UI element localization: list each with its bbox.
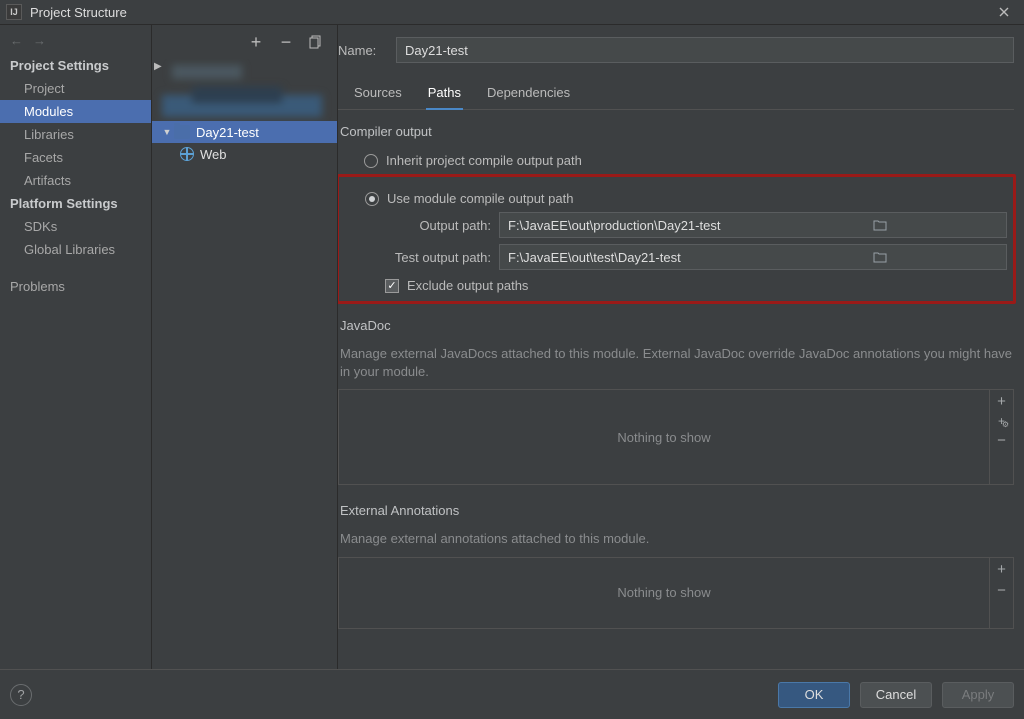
javadoc-add-button[interactable]: + — [997, 394, 1006, 409]
inherit-radio-row[interactable]: Inherit project compile output path — [364, 153, 1014, 168]
project-settings-header: Project Settings — [0, 54, 151, 77]
use-module-label: Use module compile output path — [387, 191, 573, 206]
add-module-button[interactable]: + — [247, 33, 265, 51]
help-button[interactable]: ? — [10, 684, 32, 706]
exclude-checkbox-row[interactable]: ✓ Exclude output paths — [385, 278, 1007, 293]
copy-module-button[interactable] — [307, 33, 325, 51]
nav-libraries[interactable]: Libraries — [0, 123, 151, 146]
tab-dependencies[interactable]: Dependencies — [485, 81, 572, 110]
tree-web-row[interactable]: Web — [152, 143, 337, 165]
title-bar: IJ Project Structure — [0, 0, 1024, 24]
inherit-radio[interactable] — [364, 154, 378, 168]
settings-nav: ← → Project Settings Project Modules Lib… — [0, 25, 152, 669]
tree-web-label: Web — [200, 147, 227, 162]
javadoc-empty-text: Nothing to show — [339, 390, 989, 484]
javadoc-title: JavaDoc — [340, 318, 1014, 333]
tab-sources[interactable]: Sources — [352, 81, 404, 110]
inherit-label: Inherit project compile output path — [386, 153, 582, 168]
test-output-label: Test output path: — [381, 250, 491, 265]
ext-annotations-title: External Annotations — [340, 503, 1014, 518]
browse-output-button[interactable] — [753, 219, 1006, 231]
module-tabs: Sources Paths Dependencies — [338, 81, 1014, 110]
tree-module-row[interactable]: ▼ Day21-test — [152, 121, 337, 143]
nav-project[interactable]: Project — [0, 77, 151, 100]
module-tree-panel: + − ▶ ▼ Day21-test Web — [152, 25, 338, 669]
apply-button[interactable]: Apply — [942, 682, 1014, 708]
javadoc-list: Nothing to show + +⚙ − — [338, 389, 1014, 485]
use-module-radio-row[interactable]: Use module compile output path — [365, 191, 1007, 206]
nav-facets[interactable]: Facets — [0, 146, 151, 169]
javadoc-desc: Manage external JavaDocs attached to thi… — [340, 345, 1014, 381]
highlight-box: Use module compile output path Output pa… — [338, 174, 1016, 304]
chevron-down-icon[interactable]: ▼ — [160, 127, 174, 137]
nav-forward-icon[interactable]: → — [33, 33, 46, 48]
nav-artifacts[interactable]: Artifacts — [0, 169, 151, 192]
ext-remove-button[interactable]: − — [997, 583, 1006, 598]
exclude-label: Exclude output paths — [407, 278, 528, 293]
module-name-input[interactable] — [396, 37, 1014, 63]
use-module-radio[interactable] — [365, 192, 379, 206]
nav-back-icon[interactable]: ← — [10, 33, 23, 48]
tree-module-label: Day21-test — [196, 125, 259, 140]
browse-test-output-button[interactable] — [753, 251, 1006, 263]
output-path-value: F:\JavaEE\out\production\Day21-test — [500, 218, 753, 233]
ext-annotations-desc: Manage external annotations attached to … — [340, 530, 1014, 548]
nav-sdks[interactable]: SDKs — [0, 215, 151, 238]
output-path-input[interactable]: F:\JavaEE\out\production\Day21-test — [499, 212, 1007, 238]
intellij-icon: IJ — [6, 4, 22, 20]
test-output-value: F:\JavaEE\out\test\Day21-test — [500, 250, 753, 265]
name-label: Name: — [338, 43, 384, 58]
dialog-footer: ? OK Cancel Apply — [0, 669, 1024, 719]
close-button[interactable] — [990, 0, 1018, 24]
web-icon — [180, 147, 194, 161]
javadoc-remove-button[interactable]: − — [997, 433, 1006, 448]
platform-settings-header: Platform Settings — [0, 192, 151, 215]
test-output-input[interactable]: F:\JavaEE\out\test\Day21-test — [499, 244, 1007, 270]
nav-problems[interactable]: Problems — [0, 275, 151, 298]
remove-module-button[interactable]: − — [277, 33, 295, 51]
output-path-label: Output path: — [381, 218, 491, 233]
exclude-checkbox[interactable]: ✓ — [385, 279, 399, 293]
ok-button[interactable]: OK — [778, 682, 850, 708]
window-title: Project Structure — [30, 5, 127, 20]
cancel-button[interactable]: Cancel — [860, 682, 932, 708]
compiler-output-title: Compiler output — [340, 124, 1014, 139]
javadoc-add-url-button[interactable]: +⚙ — [998, 415, 1005, 427]
folder-icon — [174, 125, 190, 139]
main-panel: Name: Sources Paths Dependencies Compile… — [338, 25, 1024, 669]
ext-empty-text: Nothing to show — [339, 558, 989, 628]
module-thumbnail: ▶ — [152, 59, 337, 121]
nav-modules[interactable]: Modules — [0, 100, 151, 123]
nav-global-libraries[interactable]: Global Libraries — [0, 238, 151, 261]
ext-annotations-list: Nothing to show + − — [338, 557, 1014, 629]
tab-paths[interactable]: Paths — [426, 81, 463, 110]
ext-add-button[interactable]: + — [997, 562, 1006, 577]
